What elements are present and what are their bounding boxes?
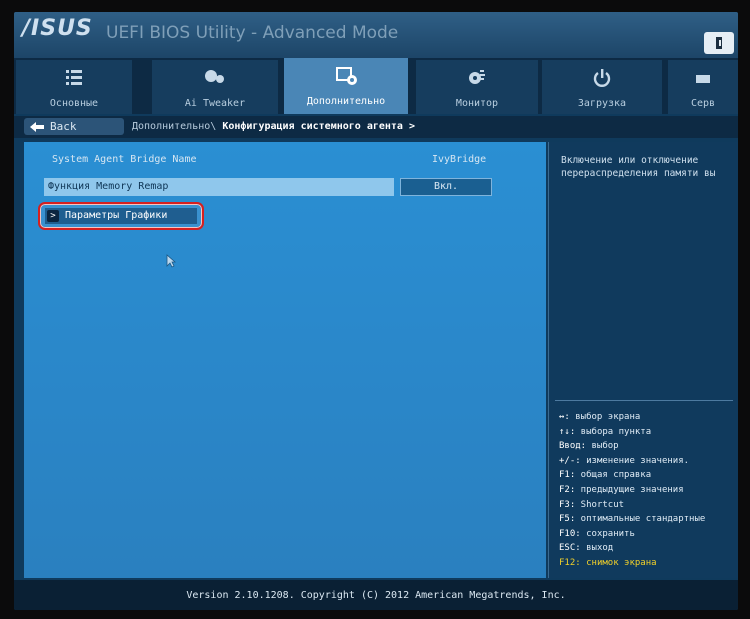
tab-label: Монитор [455,98,499,109]
help-panel: Включение или отключение перераспределен… [548,142,738,578]
tweaker-icon [202,67,228,89]
bridge-name-label: System Agent Bridge Name [52,154,197,165]
breadcrumb-bar: Back Дополнительно\ Конфигурация системн… [14,116,738,138]
key-hint-screenshot: F12: снимок экрана [559,557,657,568]
key-hint: F10: сохранить [559,528,635,539]
help-divider [555,400,733,401]
tab-monitor[interactable]: Монитор [416,60,538,114]
exit-button[interactable] [704,32,734,54]
app-title: UEFI BIOS Utility - Advanced Mode [106,23,399,43]
key-hint: F2: предыдущие значения [559,484,684,495]
key-hint: ↔: выбор экрана [559,412,641,422]
back-label: Back [50,120,77,133]
mouse-cursor-icon [166,254,176,268]
bios-screen: /ISUS UEFI BIOS Utility - Advanced Mode … [14,12,738,610]
graphics-settings-submenu[interactable]: > Параметры Графики [45,208,197,224]
tool-icon [692,67,714,89]
list-icon [63,67,85,89]
title-bar: /ISUS UEFI BIOS Utility - Advanced Mode [14,12,738,60]
tab-label: Ai Tweaker [184,98,246,109]
chevron-right-icon: > [47,210,59,222]
breadcrumb-current: Конфигурация системного агента > [222,121,415,132]
asus-logo: /ISUS [22,16,93,41]
exit-icon [716,37,722,49]
key-hint: ESC: выход [559,543,614,554]
key-hint: F3: Shortcut [559,499,625,510]
tab-main[interactable]: Основные [16,60,132,114]
tab-boot[interactable]: Загрузка [542,60,662,114]
tab-bar: Основные Ai Tweaker Дополнительно Монито… [14,58,738,114]
back-button[interactable]: Back [24,118,124,135]
tab-label: Загрузка [577,98,627,109]
tab-advanced[interactable]: Дополнительно [284,58,408,114]
key-legend: ↔: выбор экрана ↑↓: выбора пункта Ввод: … [559,410,735,571]
settings-panel: System Agent Bridge Name IvyBridge Функц… [24,142,546,578]
tab-ai-tweaker[interactable]: Ai Tweaker [152,60,278,114]
tab-service[interactable]: Серв [668,60,738,114]
breadcrumb: Дополнительно\ Конфигурация системного а… [132,121,415,132]
memory-remap-select[interactable]: Вкл. [400,178,492,196]
key-hint: +/-: изменение значения. [559,455,690,466]
tab-label: Дополнительно [306,96,386,107]
tab-label: Основные [49,98,99,109]
power-icon [591,67,613,89]
back-arrow-icon [30,121,44,132]
advanced-icon [333,65,359,87]
key-hint: F1: общая справка [559,470,652,481]
memory-remap-label: Функция Memory Remap [48,181,169,192]
graphics-highlight: > Параметры Графики [38,202,204,230]
footer-bar: Version 2.10.1208. Copyright (C) 2012 Am… [14,580,738,610]
version-text: Version 2.10.1208. Copyright (C) 2012 Am… [186,590,566,601]
help-description: Включение или отключение перераспределен… [561,155,716,179]
key-hint: Ввод: выбор [559,441,619,452]
tab-label: Серв [690,98,716,109]
bridge-name-value: IvyBridge [432,154,487,165]
memory-remap-row[interactable]: Функция Memory Remap [44,178,394,196]
key-hint: ↑↓: выбора пункта [559,426,652,437]
monitor-icon [465,67,489,89]
key-hint: F5: оптимальные стандартные [559,514,706,525]
graphics-settings-label: Параметры Графики [65,210,168,221]
breadcrumb-parent[interactable]: Дополнительно\ [132,121,216,132]
